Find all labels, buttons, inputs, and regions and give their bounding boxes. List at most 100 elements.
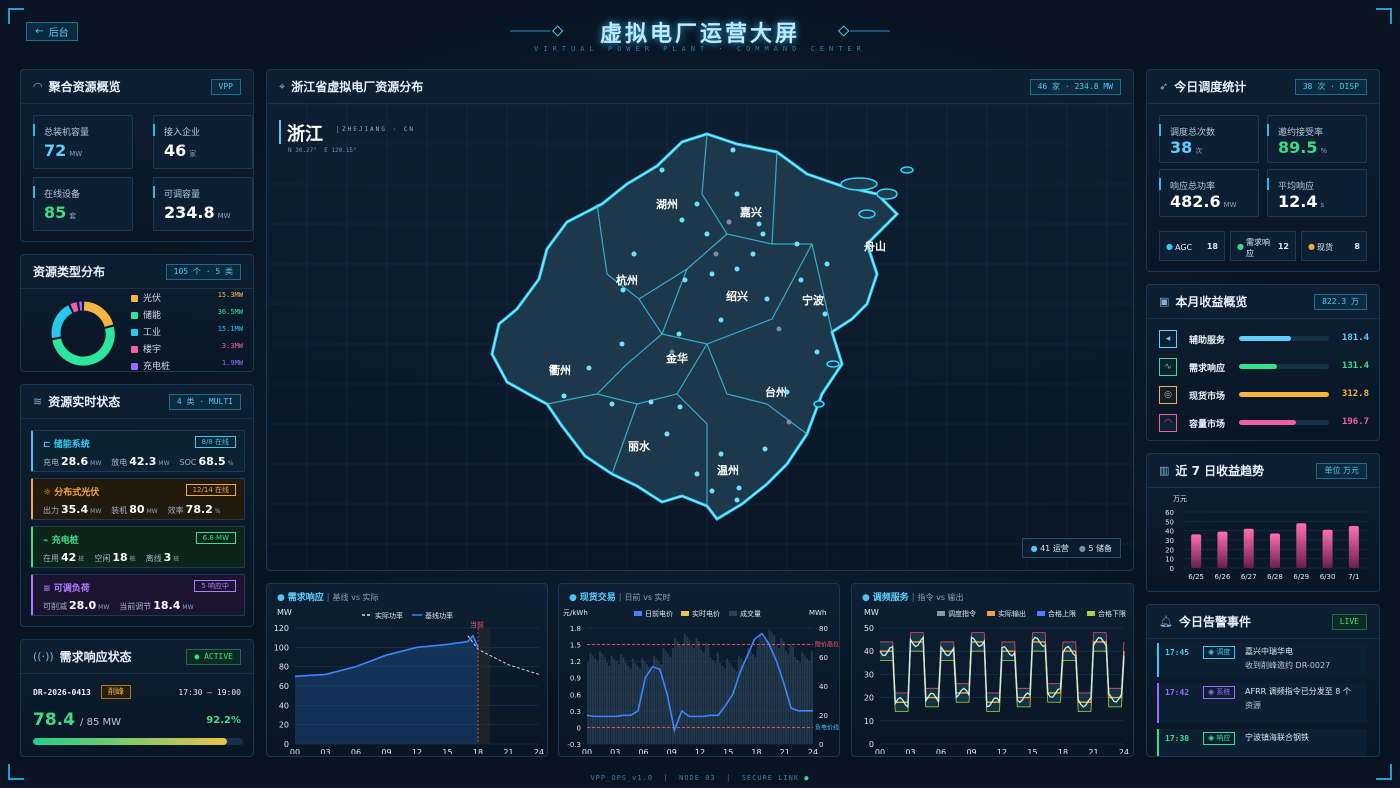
revenue-bar-fill [1239,364,1277,369]
revenue-item-name: 现货市场 [1189,392,1226,402]
resource-label: 分布式光伏 [54,488,100,498]
overview-card-label: 接入企业 [164,128,201,138]
alert-source: ◉ 系统 [1203,686,1236,699]
dr-title: 需求响应状态 [59,650,132,664]
resource-marker [814,349,820,355]
y-tick-label: 60 [1165,509,1174,517]
x-tick-label: 15 [723,748,733,754]
value-unit: MW [69,150,83,158]
chip-dot: ● [1308,242,1315,251]
resource-marker [682,277,688,283]
value-unit: MW [217,212,231,220]
metric-label: 空闲 [94,554,111,563]
y-axis-label: 万元 [1173,495,1187,503]
revenue-item-icon: ◠ [1159,414,1177,432]
chip-value: 12 [1277,242,1289,251]
volume-bar [615,661,618,744]
resource-status-card[interactable]: ⊏ 储能系统 8/8 在线 充电 28.6 MW 放电 42.3 MW SOC 68.5% [31,430,245,472]
dispatch-chip[interactable]: ● 现货 8 [1301,231,1367,261]
volume-bar [754,657,757,744]
resource-marker [784,389,790,395]
type-value: 15.1MW [217,325,243,333]
legend-swatch [131,312,138,319]
dr-percent: 92.2% [206,715,241,726]
city-label: 舟山 [864,239,886,253]
x-tick-label: 24 [534,748,544,754]
volume-bar [721,665,724,744]
alert-time: 17:42 [1165,688,1190,697]
donut-slice-0 [83,301,114,328]
x-tick-label: 21 [1088,748,1098,754]
alert-item[interactable]: 17:45 ◉ 调度 嘉兴中瑞华电 收到削峰邀约 DR-0027 [1157,643,1367,677]
legend-swatch [131,346,138,353]
volume-bar [780,638,783,744]
dispatch-card: 邀约接受率 89.5% [1267,115,1367,163]
alert-item[interactable]: 17:38 ◉ 响应 宁波镇海联合钢铁 [1157,729,1367,756]
y-tick-label: 30 [1165,537,1174,545]
trend-bar [1348,526,1359,568]
map-coords: N 30.27° E 120.15° [288,147,357,154]
x-tick-label: 09 [667,748,677,754]
volume-bar [709,657,712,744]
metric-unit: MW [146,508,158,515]
dispatch-chip[interactable]: ● 需求响应 12 [1230,231,1296,261]
y-tick-label: 0.6 [570,691,582,699]
overview-card-label: 总装机容量 [44,128,90,138]
x-tick-label: 03 [905,748,915,754]
trend-bar [1217,531,1228,568]
resource-status-card[interactable]: ⌁ 充电桩 6.8 MW 在用 42 桩空闲 18 桩离线 3 桩 [31,526,245,568]
volume-bar [810,651,813,744]
resource-marker [561,393,567,399]
type-legend-item: 工业 15.1MW [131,325,243,338]
volume-bar [613,658,616,744]
dr-chart-subtitle: 基线 vs 实际 [332,593,379,602]
chip-value: 8 [1354,242,1360,251]
footer-version: VPP_OPS_v1.0 [590,774,654,782]
resource-marker [631,251,637,257]
type-legend-item: 楼宇 3.3MW [131,342,243,355]
volume-bar [719,662,721,744]
revenue-item-name: 容量市场 [1189,420,1226,430]
x-tick-label: 09 [966,748,976,754]
metric-value: 3 [163,551,172,564]
volume-bar [763,641,766,744]
value-unit: 家 [189,150,197,158]
resource-name: ≡ 可调负荷 [43,581,90,594]
type-legend-item: 光伏 15.3MW [131,291,243,304]
alert-item[interactable]: 17:42 ◉ 系统 AFRR 调频指令已分发至 8 个 资源 [1157,683,1367,723]
overview-title: 聚合资源概览 [48,80,121,94]
x-tick-label: 06 [351,748,361,754]
legend-swatch [729,611,737,616]
revenue-row: ∿ 需求响应 131.4 [1159,357,1369,377]
trend-title: 近 7 日收益趋势 [1175,464,1265,478]
value-number: 12.4 [1278,192,1318,211]
volume-bar [653,655,656,744]
dispatch-chip[interactable]: ● AGC 18 [1159,231,1225,261]
bar-chart-icon: ▥ [1159,464,1170,477]
volume-bar [617,664,620,744]
resource-metrics: 充电 28.6 MW 放电 42.3 MW SOC 68.5% [43,455,243,468]
island [900,166,914,174]
dispatch-card: 调度总次数 38 次 [1159,115,1259,163]
type-name: 光伏 [143,294,162,304]
overview-card: 可调容量 234.8 MW [153,177,253,231]
chip-dot: ● [1166,242,1173,251]
y2-axis-label: MWh [809,609,826,617]
volume-bar [789,643,792,744]
map-region-en: ZHEJIANG · CN [337,126,415,133]
legend-swatch [131,363,138,370]
province-outline [490,132,900,521]
resource-marker [709,271,715,277]
revenue-item-name: 辅助服务 [1189,336,1226,346]
freq-chart-panel: ● 调频服务 | 指令 vs 输出 0 10 20 30 40 50 00 03 06 09 12 1… [851,583,1134,757]
legend-label: 合格下限 [1098,609,1126,618]
resource-status-card[interactable]: ☼ 分布式光伏 12/14 在线 出力 35.4 MW 装机 80 MW 效率 78.2% [31,478,245,520]
volume-bar [751,654,754,744]
x-tick-label: 6/29 [1293,573,1309,581]
resource-status-card[interactable]: ≡ 可调负荷 5 响应中 可削减 28.0 MW 当前调节 18.4 MW [31,574,245,616]
y2-tick-label: 40 [819,683,828,691]
volume-bar [792,646,794,744]
revenue-row: ◎ 现货市场 312.8 [1159,385,1369,405]
zhejiang-map[interactable]: 湖州嘉兴舟山杭州绍兴 宁波衢州 金华台州丽水温州 [267,104,1134,571]
volume-bar [601,654,604,744]
